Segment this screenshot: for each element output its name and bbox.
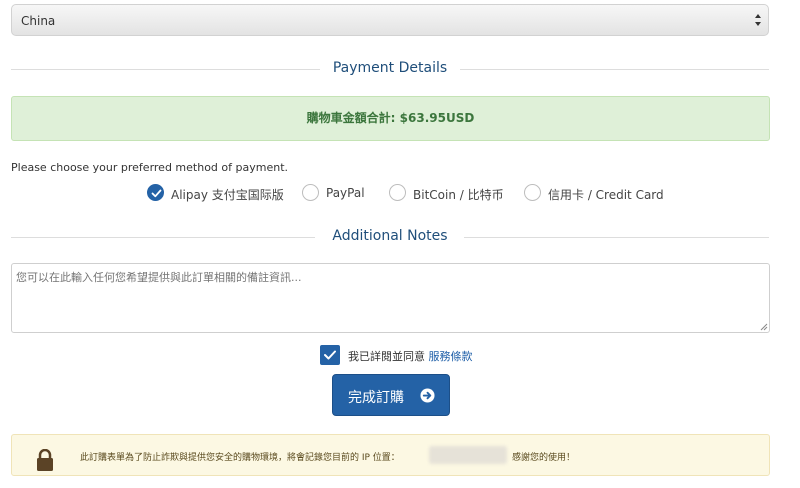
payment-method-options: Alipay 支付宝国际版 PayPal BitCoin / 比特币 信用卡 /… <box>0 182 800 206</box>
lock-icon <box>37 449 53 471</box>
payment-option-label: Alipay 支付宝国际版 <box>171 188 284 202</box>
payment-method-prompt: Please choose your preferred method of p… <box>11 161 288 174</box>
radio-unchecked-icon[interactable] <box>389 184 406 201</box>
cart-total-banner: 購物車金額合計: $63.95USD <box>11 96 770 141</box>
additional-notes-textarea[interactable] <box>11 263 770 333</box>
check-icon <box>324 350 336 360</box>
terms-label: 我已詳閱並同意 <box>348 350 425 363</box>
arrow-circle-right-icon <box>420 388 435 403</box>
resize-grip-icon[interactable] <box>760 323 768 331</box>
terms-of-service-link[interactable]: 服務條款 <box>429 350 473 363</box>
country-select-value: China <box>21 14 56 28</box>
radio-checked-icon[interactable] <box>147 184 164 201</box>
terms-text: 我已詳閱並同意 服務條款 <box>348 348 473 364</box>
security-notice-thanks: 感謝您的使用！ <box>512 453 576 463</box>
payment-details-title: Payment Details <box>332 60 448 76</box>
security-notice-text: 此訂購表單為了防止詐欺與提供您安全的購物環境，將會記錄您目前的 IP 位置： <box>80 453 400 463</box>
payment-option-label: PayPal <box>326 186 365 200</box>
divider <box>464 237 769 238</box>
terms-checkbox[interactable] <box>320 345 340 365</box>
cart-total-label: 購物車金額合計: <box>306 111 396 125</box>
complete-order-label: 完成訂購 <box>348 390 404 406</box>
payment-option-label: 信用卡 / Credit Card <box>548 188 664 202</box>
payment-option-label: BitCoin / 比特币 <box>413 188 504 202</box>
select-arrows-icon <box>755 14 761 26</box>
additional-notes-header: Additional Notes <box>11 228 769 248</box>
radio-unchecked-icon[interactable] <box>524 184 541 201</box>
ip-address-redacted <box>429 446 507 464</box>
additional-notes-title: Additional Notes <box>332 228 448 244</box>
payment-details-header: Payment Details <box>11 60 769 80</box>
radio-unchecked-icon[interactable] <box>302 184 319 201</box>
cart-total-amount: $63.95USD <box>399 111 475 125</box>
country-select[interactable]: China <box>11 4 769 36</box>
security-notice: 此訂購表單為了防止詐欺與提供您安全的購物環境，將會記錄您目前的 IP 位置： 感… <box>11 434 770 476</box>
divider <box>460 69 769 70</box>
complete-order-button[interactable]: 完成訂購 <box>332 374 450 416</box>
check-icon <box>151 189 162 198</box>
